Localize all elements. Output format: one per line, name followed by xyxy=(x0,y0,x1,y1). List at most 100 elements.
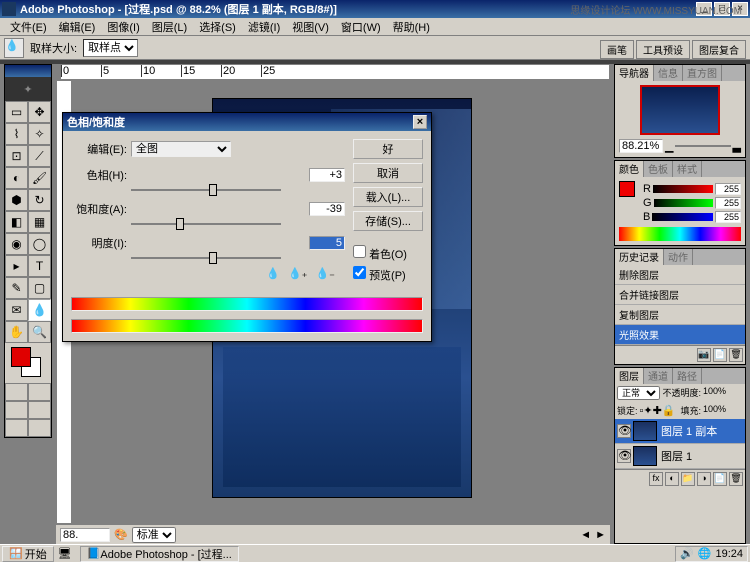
menu-help[interactable]: 帮助(H) xyxy=(387,19,436,35)
lock-icons[interactable]: ▫✦✚🔒 xyxy=(640,404,676,417)
channels-tab[interactable]: 通道 xyxy=(644,368,673,384)
hue-input[interactable] xyxy=(309,168,345,182)
heal-tool[interactable]: ◐ xyxy=(5,167,28,189)
eyedropper-sub-icon[interactable]: 💧₋ xyxy=(315,267,335,280)
color-fg-swatch[interactable] xyxy=(619,181,635,197)
save-button[interactable]: 存储(S)... xyxy=(353,211,423,231)
path-tool[interactable]: ▸ xyxy=(5,255,28,277)
dialog-close-button[interactable]: × xyxy=(413,115,427,129)
foreground-color-swatch[interactable] xyxy=(11,347,31,367)
jump-to-button[interactable] xyxy=(28,419,51,437)
type-tool[interactable]: T xyxy=(28,255,51,277)
ok-button[interactable]: 好 xyxy=(353,139,423,159)
toolbox-drag-handle[interactable] xyxy=(5,65,51,77)
eraser-tool[interactable]: ◧ xyxy=(5,211,28,233)
styles-tab[interactable]: 样式 xyxy=(673,161,702,177)
load-button[interactable]: 载入(L)... xyxy=(353,187,423,207)
saturation-input[interactable] xyxy=(309,202,345,216)
trash-icon[interactable]: 🗑 xyxy=(729,348,743,362)
scroll-right-icon[interactable]: ► xyxy=(595,529,606,541)
history-brush-tool[interactable]: ↻ xyxy=(28,189,51,211)
tray-icon[interactable]: 🔊 xyxy=(680,547,694,560)
histogram-tab[interactable]: 直方图 xyxy=(683,65,722,81)
b-slider[interactable] xyxy=(652,213,713,221)
navigator-thumbnail[interactable] xyxy=(640,85,720,135)
tool-presets-tab[interactable]: 工具预设 xyxy=(636,40,690,59)
dialog-titlebar[interactable]: 色相/饱和度 × xyxy=(63,113,431,131)
r-slider[interactable] xyxy=(653,185,713,193)
menu-edit[interactable]: 编辑(E) xyxy=(53,19,102,35)
colorize-checkbox[interactable]: 着色(O) xyxy=(353,243,423,264)
new-doc-icon[interactable]: 📄 xyxy=(713,348,727,362)
notes-tool[interactable]: ✉ xyxy=(5,299,28,321)
screen-mode-3[interactable] xyxy=(5,419,28,437)
edit-select[interactable]: 全图 xyxy=(131,141,231,157)
layer-comps-tab[interactable]: 图层复合 xyxy=(692,40,746,59)
delete-layer-icon[interactable]: 🗑 xyxy=(729,472,743,486)
info-tab[interactable]: 信息 xyxy=(654,65,683,81)
history-tab[interactable]: 历史记录 xyxy=(615,249,664,265)
cancel-button[interactable]: 取消 xyxy=(353,163,423,183)
visibility-icon[interactable]: 👁 xyxy=(617,449,631,463)
zoom-tool[interactable]: 🔍 xyxy=(28,321,51,343)
lightness-input[interactable] xyxy=(309,236,345,250)
swatches-tab[interactable]: 色板 xyxy=(644,161,673,177)
r-value[interactable]: 255 xyxy=(715,183,741,195)
blend-mode-select[interactable]: 正常 xyxy=(617,386,660,400)
brushes-tab[interactable]: 画笔 xyxy=(600,40,634,59)
opacity-value[interactable]: 100% xyxy=(703,386,743,400)
navigator-tab[interactable]: 导航器 xyxy=(615,65,654,81)
adjustment-icon[interactable]: ◑ xyxy=(697,472,711,486)
history-item[interactable]: 删除图层 xyxy=(615,265,745,285)
eyedropper-tool-icon[interactable]: 💧 xyxy=(4,38,24,58)
stamp-tool[interactable]: ⬢ xyxy=(5,189,28,211)
zoom-in-icon[interactable]: ▃ xyxy=(733,140,741,153)
quicklaunch-icon[interactable]: 🖥 xyxy=(58,547,72,560)
brush-tool[interactable]: 🖌 xyxy=(28,167,51,189)
navigator-zoom[interactable]: 88.21% xyxy=(619,139,663,153)
paths-tab[interactable]: 路径 xyxy=(673,368,702,384)
screen-mode-2[interactable] xyxy=(28,401,51,419)
pen-tool[interactable]: ✎ xyxy=(5,277,28,299)
menu-filter[interactable]: 滤镜(I) xyxy=(242,19,286,35)
marquee-tool[interactable]: ▭ xyxy=(5,101,28,123)
quickmask-mode[interactable] xyxy=(28,383,51,401)
saturation-slider[interactable] xyxy=(131,223,281,225)
new-layer-icon[interactable]: 📄 xyxy=(713,472,727,486)
layers-tab[interactable]: 图层 xyxy=(615,368,644,384)
lightness-slider[interactable] xyxy=(131,257,281,259)
gradient-tool[interactable]: ▦ xyxy=(28,211,51,233)
history-item[interactable]: 合并链接图层 xyxy=(615,285,745,305)
color-ramp[interactable] xyxy=(619,227,741,241)
scroll-left-icon[interactable]: ◄ xyxy=(580,529,591,541)
history-item[interactable]: 复制图层 xyxy=(615,305,745,325)
menu-select[interactable]: 选择(S) xyxy=(193,19,242,35)
move-tool[interactable]: ✥ xyxy=(28,101,51,123)
layer-mask-icon[interactable]: ◐ xyxy=(665,472,679,486)
hand-tool[interactable]: ✋ xyxy=(5,321,28,343)
menu-layer[interactable]: 图层(L) xyxy=(146,19,193,35)
menu-image[interactable]: 图像(I) xyxy=(101,19,145,35)
layer-style-icon[interactable]: fx xyxy=(649,472,663,486)
wand-tool[interactable]: ✧ xyxy=(28,123,51,145)
b-value[interactable]: 255 xyxy=(715,211,741,223)
eyedropper-tool[interactable]: 💧 xyxy=(28,299,51,321)
zoom-field[interactable]: 88. xyxy=(60,528,110,542)
color-tab[interactable]: 颜色 xyxy=(615,161,644,177)
menu-file[interactable]: 文件(E) xyxy=(4,19,53,35)
layer-item[interactable]: 👁 图层 1 xyxy=(615,444,745,469)
g-slider[interactable] xyxy=(654,199,713,207)
visibility-icon[interactable]: 👁 xyxy=(617,424,631,438)
crop-tool[interactable]: ⊡ xyxy=(5,145,28,167)
slice-tool[interactable]: ⟋ xyxy=(28,145,51,167)
sample-size-select[interactable]: 取样点 xyxy=(83,39,138,57)
menu-view[interactable]: 视图(V) xyxy=(286,19,335,35)
tray-icon[interactable]: 🌐 xyxy=(698,547,712,560)
preview-checkbox[interactable]: 预览(P) xyxy=(353,264,423,285)
lasso-tool[interactable]: ⌇ xyxy=(5,123,28,145)
hue-slider[interactable] xyxy=(131,189,281,191)
blur-tool[interactable]: ◉ xyxy=(5,233,28,255)
zoom-slider[interactable] xyxy=(675,145,730,147)
new-folder-icon[interactable]: 📁 xyxy=(681,472,695,486)
shape-tool[interactable]: ▢ xyxy=(28,277,51,299)
